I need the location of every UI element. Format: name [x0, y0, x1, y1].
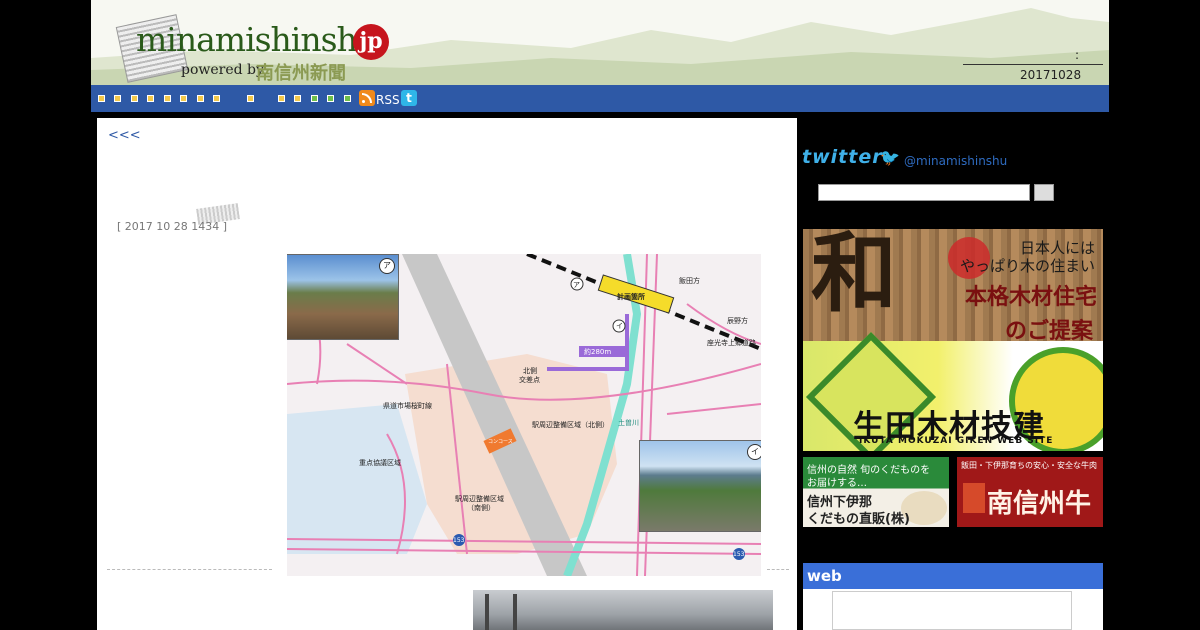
nav-item-12[interactable]: [311, 95, 318, 102]
map-label-river: 土曽川: [618, 419, 639, 427]
ad-fruit-shop[interactable]: 信州の自然 旬のくだものを お届けする… 信州下伊那 くだもの直販(株): [803, 457, 949, 527]
ad-fruit-line-2: お届けする…: [807, 478, 867, 489]
ad-ikuta-mokuzai[interactable]: 和 日本人には やっぱり木の住まい 本格木材住宅 のご提案 生田木材技建 IKU…: [803, 229, 1103, 451]
map-marker-b: イ: [616, 322, 623, 330]
web-embed-frame[interactable]: [832, 591, 1072, 630]
nav-item-14[interactable]: [344, 95, 351, 102]
map-label-plan-area: 計画箇所: [617, 293, 645, 301]
article-map-image: ア イ ア イ 計画箇所 約280m 北側 交差点 駅周辺整備区域（北側） 駅周…: [287, 254, 761, 576]
article-photo-utility-poles: [473, 590, 773, 630]
photo-b-bridge: [639, 440, 761, 532]
nav-item-10[interactable]: [278, 95, 285, 102]
map-label-shinden: 座光寺上郷道路: [707, 339, 756, 347]
utility-pole-icon: [485, 594, 489, 630]
ad-line-2: やっぱり木の住まい: [959, 257, 1095, 275]
main-navigation: RSS t: [91, 85, 1109, 112]
site-logo-text[interactable]: minamishinshu: [136, 20, 378, 59]
search-button[interactable]: [1034, 184, 1054, 201]
divider-right: [767, 569, 789, 570]
nav-item-11[interactable]: [294, 95, 301, 102]
photo-b-label: イ: [747, 444, 761, 460]
divider-left: [107, 569, 272, 570]
ad-beef-line-1: 飯田・下伊那育ちの安心・安全な牛肉: [961, 461, 1097, 470]
header-date: 20171028: [1020, 68, 1082, 82]
nav-item-3[interactable]: [131, 95, 138, 102]
map-label-north-district: 駅周辺整備区域（北側）: [532, 421, 609, 429]
twitter-handle-link[interactable]: @minamishinshu: [904, 154, 1007, 168]
map-label-prefectural-road: 県道市場桜町線: [383, 402, 432, 410]
header-separator: :: [1075, 48, 1080, 62]
rss-link[interactable]: RSS: [376, 93, 400, 107]
nav-item-6[interactable]: [180, 95, 187, 102]
nav-item-2[interactable]: [114, 95, 121, 102]
site-logo-jp-badge[interactable]: jp: [353, 24, 389, 60]
nav-item-13[interactable]: [327, 95, 334, 102]
twitter-logo[interactable]: twitter: [802, 146, 883, 168]
powered-by-label: powered by: [181, 62, 264, 78]
search-input[interactable]: [818, 184, 1030, 201]
utility-pole-icon: [513, 594, 517, 630]
map-label-to-tatsuno: 辰野方: [727, 317, 748, 325]
twitter-icon[interactable]: t: [401, 90, 417, 106]
ad-company-name-en: IKUTA MOKUZAI GIKEN WEB SITE: [859, 436, 1054, 446]
nav-item-7[interactable]: [197, 95, 204, 102]
newspaper-name[interactable]: 南信州新聞: [256, 59, 346, 85]
photo-a-label: ア: [379, 258, 395, 274]
map-label-priority-area: 重点協議区域: [359, 459, 401, 467]
article-meta: [ 2017 10 28 1434 ]: [117, 220, 228, 233]
site-header: minamishinshu jp powered by 南信州新聞 : 2017…: [91, 0, 1109, 85]
ad-beef-line-2: 南信州牛: [987, 489, 1092, 519]
map-marker-a: ア: [573, 281, 580, 289]
ad-beef-seal-icon: [963, 483, 985, 513]
twitter-bird-icon[interactable]: 🐦: [880, 148, 900, 167]
ad-line-3: 本格木材住宅: [964, 284, 1097, 310]
rss-icon[interactable]: [359, 90, 375, 106]
nav-item-5[interactable]: [164, 95, 171, 102]
article-panel: <<< [ 2017 10 28 1434 ] ア イ ア イ 計画箇所 約28…: [97, 118, 797, 630]
web-section-heading: web: [803, 563, 1103, 589]
ad-wa-logo: 和: [811, 229, 897, 324]
nav-item-1[interactable]: [98, 95, 105, 102]
nav-item-9[interactable]: [247, 95, 254, 102]
nav-item-4[interactable]: [147, 95, 154, 102]
map-label-concourse: コンコース: [488, 439, 513, 445]
ad-fruit-line-4: くだもの直販(株): [807, 512, 910, 527]
map-label-to-iida: 飯田方: [679, 277, 700, 285]
map-label-distance: 約280m: [584, 348, 612, 356]
map-label-route-153-a: 153: [453, 537, 465, 544]
map-label-route-153-b: 153: [733, 551, 745, 558]
map-label-north-intersection-2: 交差点: [519, 376, 540, 384]
header-divider: [963, 64, 1103, 65]
map-label-south-district-2: （南側）: [467, 504, 495, 512]
back-link[interactable]: <<<: [108, 128, 141, 143]
ad-minamishinshu-beef[interactable]: 飯田・下伊那育ちの安心・安全な牛肉 南信州牛: [957, 457, 1103, 527]
nav-item-8[interactable]: [213, 95, 220, 102]
